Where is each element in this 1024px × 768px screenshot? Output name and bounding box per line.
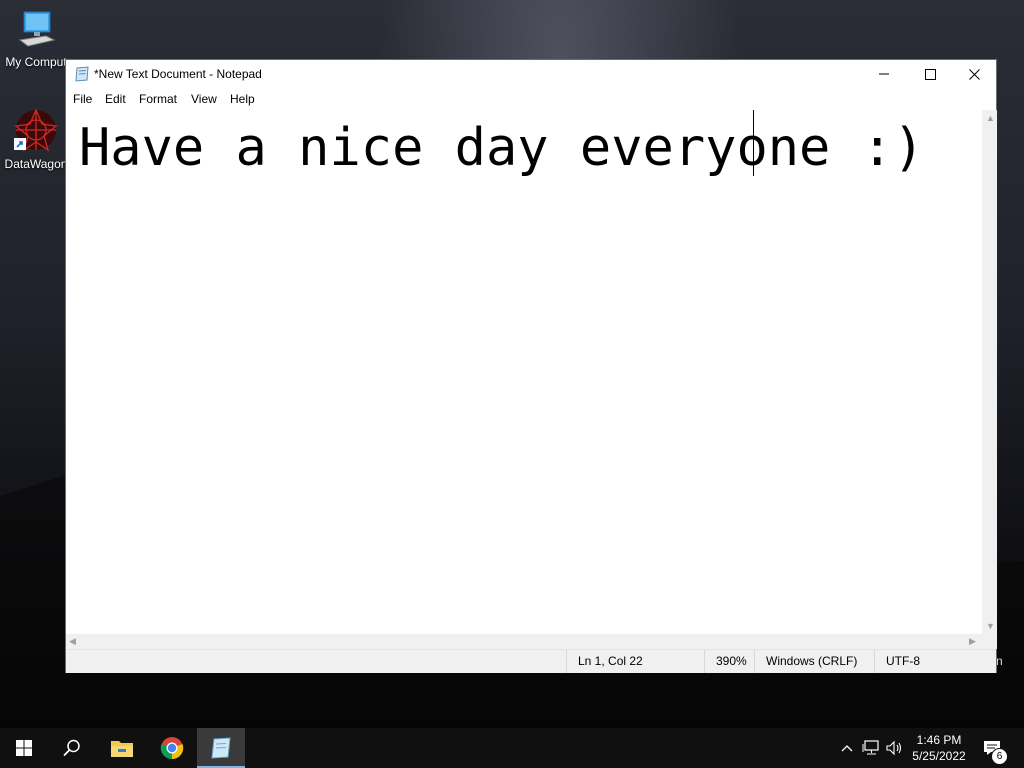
search-button[interactable] (48, 728, 96, 768)
network-icon (862, 740, 879, 755)
scroll-up-icon[interactable]: ▲ (986, 113, 995, 123)
desktop-partial-text: n (996, 654, 1003, 668)
datawagon-icon (14, 108, 58, 152)
computer-icon (18, 11, 56, 47)
chrome-icon (160, 737, 184, 760)
close-icon (968, 68, 980, 80)
taskbar-chrome[interactable] (148, 728, 196, 768)
maximize-icon (924, 68, 936, 80)
menu-format[interactable]: Format (139, 92, 177, 106)
menu-view[interactable]: View (191, 92, 217, 106)
close-button[interactable] (951, 60, 997, 88)
title-bar[interactable]: *New Text Document - Notepad (66, 60, 996, 88)
maximize-button[interactable] (907, 60, 953, 88)
horizontal-scrollbar[interactable]: ◀ ▶ (66, 634, 982, 649)
desktop-icon-my-computer[interactable]: My Comput (0, 10, 72, 69)
taskbar-clock[interactable]: 1:46 PM 5/25/2022 (902, 732, 976, 764)
start-icon (16, 740, 32, 756)
status-line-endings: Windows (CRLF) (754, 650, 874, 673)
taskbar-file-explorer[interactable] (98, 728, 146, 768)
text-caret (753, 110, 754, 176)
editor-content: Have a nice day everyone :) (79, 118, 925, 178)
taskbar-notepad[interactable] (197, 728, 245, 768)
menu-edit[interactable]: Edit (105, 92, 126, 106)
chevron-up-icon (841, 745, 853, 752)
scroll-left-icon[interactable]: ◀ (69, 636, 76, 647)
desktop-icon-label: My Comput (5, 55, 67, 69)
start-button[interactable] (0, 728, 48, 768)
status-position: Ln 1, Col 22 (566, 650, 704, 673)
status-zoom: 390% (704, 650, 754, 673)
network-button[interactable] (860, 728, 882, 768)
minimize-button[interactable] (861, 60, 907, 88)
menu-help[interactable]: Help (230, 92, 255, 106)
vertical-scrollbar[interactable]: ▲ ▼ (982, 110, 997, 634)
desktop-icon-label: DataWagon (4, 157, 68, 171)
notepad-icon (75, 66, 89, 82)
scrollbar-corner (982, 634, 997, 649)
window-title: *New Text Document - Notepad (94, 67, 262, 81)
show-hidden-icons-button[interactable] (838, 728, 856, 768)
scroll-down-icon[interactable]: ▼ (986, 621, 995, 631)
minimize-icon (879, 73, 889, 75)
file-explorer-icon (111, 741, 133, 757)
clock-date: 5/25/2022 (912, 749, 966, 763)
desktop-icon-datawagon[interactable]: DataWagon (0, 106, 72, 171)
taskbar: 1:46 PM 5/25/2022 (0, 728, 1024, 768)
notepad-window: *New Text Document - Notepad File Edit F… (65, 59, 997, 673)
clock-time: 1:46 PM (916, 733, 962, 747)
menu-file[interactable]: File (73, 92, 92, 106)
notepad-icon (211, 737, 231, 759)
search-icon (63, 739, 80, 757)
notification-count-badge: 6 (991, 748, 1008, 765)
status-encoding: UTF-8 (874, 650, 982, 673)
text-editor[interactable]: Have a nice day everyone :) (66, 110, 982, 634)
status-bar: Ln 1, Col 22 390% Windows (CRLF) UTF-8 (66, 649, 996, 673)
scroll-right-icon[interactable]: ▶ (969, 636, 976, 647)
menu-bar: File Edit Format View Help (66, 88, 996, 110)
